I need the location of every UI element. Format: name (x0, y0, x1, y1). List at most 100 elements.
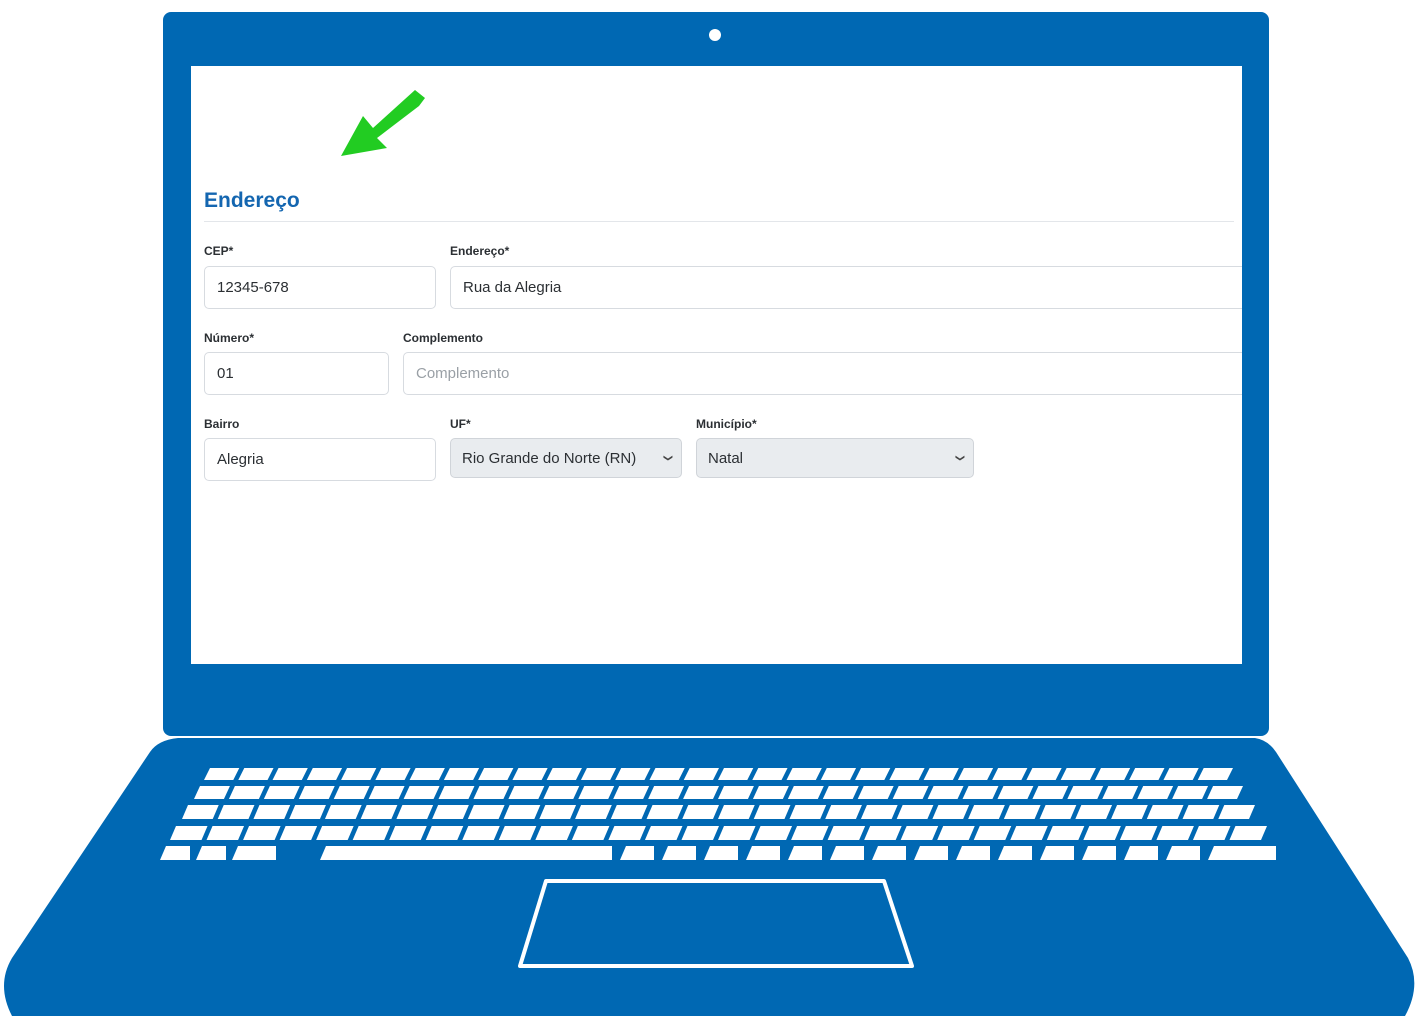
municipio-selected-value: Natal (708, 449, 744, 467)
keyboard-key (478, 768, 514, 780)
keyboard-key (892, 786, 929, 799)
keyboard-key (857, 786, 894, 799)
keyboard-key (289, 805, 326, 819)
keyboard-key (1111, 805, 1148, 819)
keyboard-key (498, 826, 537, 840)
keyboard-key (855, 768, 891, 780)
keyboard-key (820, 768, 857, 780)
chevron-down-icon: ❯ (955, 454, 966, 462)
keyboard-key (543, 786, 580, 799)
keyboard-key (1067, 786, 1104, 799)
municipio-label: Município* (696, 417, 757, 431)
endereco-input[interactable] (450, 266, 1242, 309)
keyboard-key (962, 786, 999, 799)
cep-input[interactable] (204, 266, 436, 309)
keyboard-key (683, 768, 719, 780)
uf-select[interactable]: Rio Grande do Norte (RN) ❯ (450, 438, 682, 478)
keyboard-key (243, 826, 281, 840)
keyboard-key (360, 805, 398, 819)
keyboard-key (718, 768, 754, 780)
keyboard-key (927, 786, 964, 799)
keyboard-key (973, 826, 1012, 840)
keyboard-key (535, 826, 573, 840)
screen: Endereço CEP* Endereço* Número* Compleme… (191, 66, 1242, 664)
keyboard-key (822, 786, 859, 799)
keyboard-key (644, 826, 683, 840)
keyboard-key (375, 768, 411, 780)
keyboard-key (389, 826, 427, 840)
cep-label: CEP* (204, 244, 234, 258)
keyboard-key (320, 846, 612, 860)
keyboard-key (232, 846, 276, 860)
keyboard-key (1075, 805, 1113, 819)
keyboard-key (860, 805, 898, 819)
keyboard-key (754, 826, 793, 840)
keyboard-key (512, 768, 548, 780)
keyboard-key (182, 805, 219, 819)
keyboard-key (753, 805, 791, 819)
keyboard-key (957, 768, 994, 780)
keyboard-key (432, 805, 469, 819)
keyboard-key (1119, 826, 1158, 840)
keyboard-key (610, 805, 648, 819)
keyboard-key (1137, 786, 1174, 799)
keyboard-key (923, 768, 959, 780)
keyboard-key (682, 805, 719, 819)
keyboard-key (306, 768, 343, 780)
keyboard-key (968, 805, 1005, 819)
keyboard-key (786, 768, 822, 780)
complemento-input[interactable] (403, 352, 1242, 395)
keyboard-key (1060, 768, 1096, 780)
arrow-down-left-icon (341, 90, 425, 156)
municipio-select[interactable]: Natal ❯ (696, 438, 974, 478)
keyboard-key (608, 826, 646, 840)
numero-label: Número* (204, 331, 255, 345)
keyboard-key (681, 826, 719, 840)
keyboard-key (752, 786, 789, 799)
numero-input[interactable] (204, 352, 389, 395)
keyboard-key (539, 805, 577, 819)
keyboard-key (578, 786, 615, 799)
bairro-input[interactable] (204, 438, 436, 481)
keyboard-key (368, 786, 405, 799)
keyboard-key (791, 826, 829, 840)
keyboard-key (864, 826, 902, 840)
keyboard-key (206, 826, 245, 840)
keyboard-key (333, 786, 370, 799)
keyboard-key (571, 826, 610, 840)
keyboard-key (1094, 768, 1131, 780)
keyboard-key (508, 786, 545, 799)
keyboard-key (1039, 805, 1077, 819)
keyboard-key (1146, 805, 1184, 819)
keyboard-key (263, 786, 300, 799)
keyboard-key (170, 826, 208, 840)
keyboard-key (896, 805, 934, 819)
keyboard-key (396, 805, 434, 819)
keyboard-key (253, 805, 291, 819)
keyboard-key (1003, 805, 1041, 819)
keyboard-key (1026, 768, 1062, 780)
keyboard-key (787, 786, 824, 799)
keyboard-key (1172, 786, 1209, 799)
keyboard-key (503, 805, 541, 819)
uf-label: UF* (450, 417, 471, 431)
keyboard-key (1156, 826, 1194, 840)
keyboard-key (473, 786, 510, 799)
keyboard-key (462, 826, 500, 840)
keyboard-key (827, 826, 866, 840)
keyboard-key (932, 805, 970, 819)
keyboard-key (718, 826, 756, 840)
keyboard-key (615, 768, 651, 780)
keyboard-key (900, 826, 939, 840)
keyboard-key (228, 786, 265, 799)
keyboard-key (352, 826, 391, 840)
keyboard-key (1102, 786, 1139, 799)
keyboard-key (789, 805, 827, 819)
keyboard-key (438, 786, 475, 799)
keyboard-key (1208, 846, 1276, 860)
keyboard-key (992, 768, 1028, 780)
keyboard-key (204, 768, 240, 780)
chevron-down-icon: ❯ (663, 454, 674, 462)
keyboard-key (272, 768, 308, 780)
keyboard-key (425, 826, 464, 840)
